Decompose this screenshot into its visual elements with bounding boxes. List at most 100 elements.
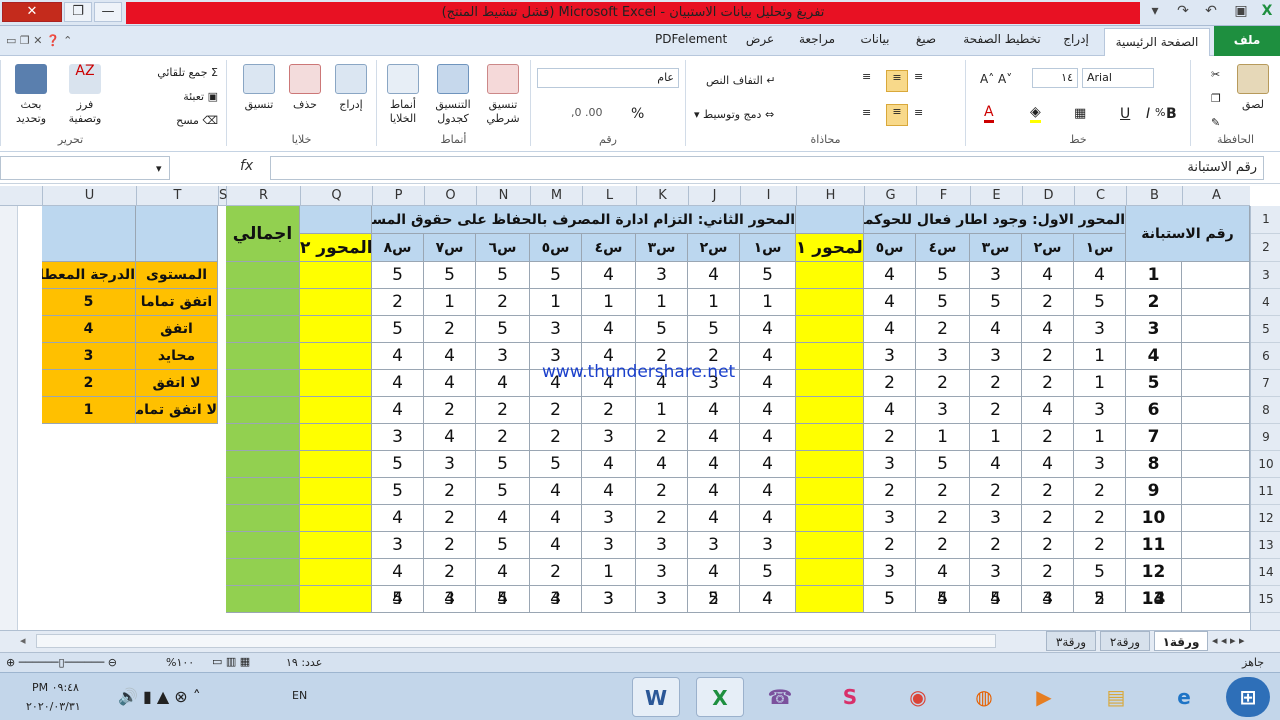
row-header[interactable]: 6: [1251, 343, 1280, 370]
axis2-question-header[interactable]: س٧: [424, 234, 476, 262]
grand-total-header[interactable]: اجمالي المحاور: [226, 206, 300, 262]
answer-cell[interactable]: 3: [864, 559, 916, 586]
empty-cell[interactable]: [1182, 586, 1250, 613]
column-header[interactable]: K: [636, 186, 688, 206]
column-header[interactable]: E: [970, 186, 1022, 206]
grand-total-cell[interactable]: [226, 451, 300, 478]
start-button[interactable]: ⊞: [1226, 677, 1270, 717]
ribbon-window-controls[interactable]: ▭ ❐ ✕ ❓ ⌃: [6, 34, 72, 47]
axis1-total-cell[interactable]: [796, 532, 864, 559]
row-header[interactable]: 1: [1251, 206, 1280, 234]
answer-cell[interactable]: 4: [864, 397, 916, 424]
axis1-total-cell[interactable]: [796, 397, 864, 424]
tab-formulas[interactable]: صيغ: [906, 32, 946, 46]
axis2-total-cell[interactable]: [300, 586, 372, 613]
answer-cell[interactable]: 2: [636, 505, 688, 532]
axis2-total-header[interactable]: المحور ٢: [300, 234, 372, 262]
align-middle-button[interactable]: ≡: [886, 70, 908, 92]
sheet-tab-1[interactable]: ورقة١: [1154, 631, 1208, 651]
sheet-tab-2[interactable]: ورقة٢: [1100, 631, 1150, 651]
chrome-app-icon[interactable]: ◉: [894, 677, 942, 717]
empty-cell[interactable]: [1182, 289, 1250, 316]
answer-cell[interactable]: 4: [916, 586, 970, 613]
axis2-total-cell[interactable]: [300, 262, 372, 289]
answer-cell[interactable]: 4: [372, 586, 424, 613]
scale-score[interactable]: 3: [42, 343, 136, 370]
answer-cell[interactable]: 2: [1022, 532, 1074, 559]
answer-cell[interactable]: 5: [740, 559, 796, 586]
respondent-id[interactable]: 2: [1126, 289, 1182, 316]
answer-cell[interactable]: 4: [372, 559, 424, 586]
scale-level-header[interactable]: المستوى: [136, 262, 218, 289]
answer-cell[interactable]: 3: [530, 586, 582, 613]
formula-input[interactable]: رقم الاستبانة: [270, 156, 1264, 180]
scale-score[interactable]: 1: [42, 397, 136, 424]
answer-cell[interactable]: 2: [1022, 478, 1074, 505]
answer-cell[interactable]: 3: [740, 532, 796, 559]
answer-cell[interactable]: 5: [530, 451, 582, 478]
column-header[interactable]: J: [688, 186, 740, 206]
respondent-header[interactable]: رقم الاستبانة: [1126, 206, 1250, 262]
sheet-nav-icons[interactable]: ◂ ◂ ▸ ▸: [1212, 634, 1245, 647]
empty-cell[interactable]: [1182, 532, 1250, 559]
axis1-total-header[interactable]: المحور ١: [796, 234, 864, 262]
answer-cell[interactable]: 2: [372, 289, 424, 316]
answer-cell[interactable]: 3: [916, 397, 970, 424]
column-header[interactable]: D: [1022, 186, 1074, 206]
answer-cell[interactable]: 1: [530, 289, 582, 316]
answer-cell[interactable]: 2: [916, 316, 970, 343]
answer-cell[interactable]: 4: [864, 262, 916, 289]
answer-cell[interactable]: 2: [476, 289, 530, 316]
answer-cell[interactable]: 4: [424, 424, 476, 451]
close-button[interactable]: ✕: [2, 2, 62, 22]
grand-total-cell[interactable]: [226, 289, 300, 316]
fill-button[interactable]: تعبئة ▣: [183, 90, 218, 103]
respondent-id[interactable]: 7: [1126, 424, 1182, 451]
answer-cell[interactable]: 2: [1074, 586, 1126, 613]
format-painter-icon[interactable]: ✎: [1211, 116, 1220, 129]
column-header[interactable]: C: [1074, 186, 1126, 206]
answer-cell[interactable]: 4: [740, 316, 796, 343]
answer-cell[interactable]: 2: [916, 478, 970, 505]
answer-cell[interactable]: 1: [970, 424, 1022, 451]
answer-cell[interactable]: 3: [582, 586, 636, 613]
row-header[interactable]: 5: [1251, 316, 1280, 343]
answer-cell[interactable]: 5: [372, 262, 424, 289]
axis1-total-cell[interactable]: [796, 370, 864, 397]
answer-cell[interactable]: 5: [476, 478, 530, 505]
answer-cell[interactable]: 4: [582, 262, 636, 289]
column-header[interactable]: A: [1182, 186, 1250, 206]
horizontal-scrollbar[interactable]: [36, 634, 996, 648]
scale-score-header[interactable]: الدرجة المعطاة: [42, 262, 136, 289]
row-header[interactable]: 2: [1251, 234, 1280, 262]
grand-total-cell[interactable]: [226, 343, 300, 370]
answer-cell[interactable]: 2: [1022, 505, 1074, 532]
answer-cell[interactable]: 1: [636, 397, 688, 424]
answer-cell[interactable]: 4: [688, 559, 740, 586]
axis2-question-header[interactable]: س١: [740, 234, 796, 262]
respondent-id[interactable]: 5: [1126, 370, 1182, 397]
italic-button[interactable]: I: [1146, 106, 1150, 122]
axis2-total-cell[interactable]: [300, 343, 372, 370]
answer-cell[interactable]: 3: [424, 586, 476, 613]
column-header[interactable]: L: [582, 186, 636, 206]
axis2-question-header[interactable]: س٢: [688, 234, 740, 262]
answer-cell[interactable]: 3: [970, 559, 1022, 586]
axis2-total-cell[interactable]: [300, 397, 372, 424]
answer-cell[interactable]: 1: [582, 559, 636, 586]
answer-cell[interactable]: 2: [916, 532, 970, 559]
scale-level[interactable]: اتفق تماما: [136, 289, 218, 316]
answer-cell[interactable]: 2: [636, 478, 688, 505]
axis2-question-header[interactable]: س٤: [582, 234, 636, 262]
paste-button[interactable]: لصق: [1227, 64, 1279, 112]
empty-cell[interactable]: [1182, 343, 1250, 370]
respondent-id[interactable]: 3: [1126, 316, 1182, 343]
answer-cell[interactable]: 4: [970, 451, 1022, 478]
answer-cell[interactable]: 2: [916, 505, 970, 532]
answer-cell[interactable]: 4: [476, 370, 530, 397]
grand-total-cell[interactable]: [226, 370, 300, 397]
answer-cell[interactable]: 4: [582, 478, 636, 505]
column-header[interactable]: F: [916, 186, 970, 206]
axis1-question-header[interactable]: س٤: [916, 234, 970, 262]
answer-cell[interactable]: 2: [424, 532, 476, 559]
